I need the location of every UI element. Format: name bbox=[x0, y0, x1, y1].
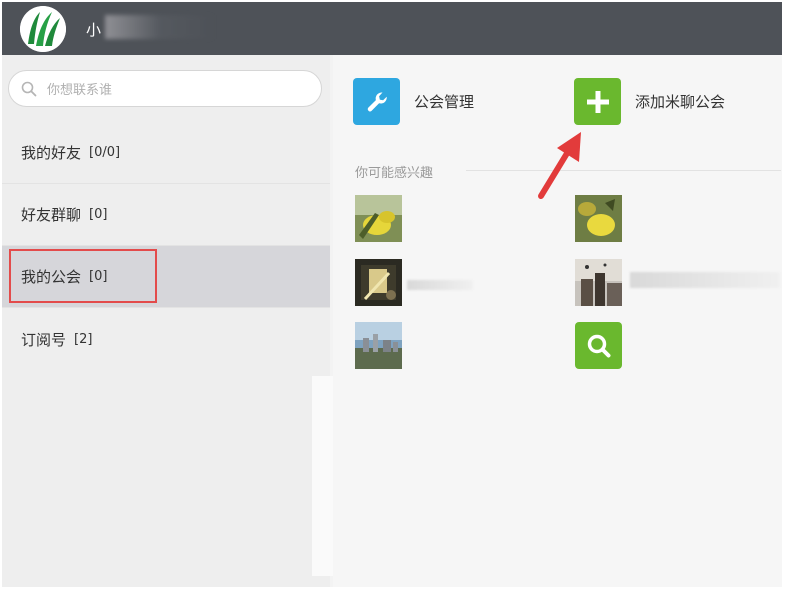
app-logo-icon[interactable] bbox=[20, 6, 66, 52]
nav-item-friends[interactable]: 我的好友 [0/0] bbox=[2, 122, 330, 184]
app-window: 小 我的好友 [0/0] 好友群聊 [0] 我的公会 [0] 订阅号 [2] bbox=[2, 2, 782, 587]
add-guild-label: 添加米聊公会 bbox=[635, 93, 726, 111]
nav-item-group-chats[interactable]: 好友群聊 [0] bbox=[2, 184, 330, 246]
nav-item-count: [2] bbox=[74, 331, 93, 347]
nav-item-label: 好友群聊 bbox=[21, 206, 82, 224]
search-icon bbox=[587, 334, 610, 357]
section-divider bbox=[466, 170, 781, 171]
guild-manage-label: 公会管理 bbox=[414, 93, 475, 111]
nav-item-count: [0] bbox=[89, 207, 108, 222]
nav-item-subscriptions[interactable]: 订阅号 [2] bbox=[2, 308, 330, 370]
left-panel: 我的好友 [0/0] 好友群聊 [0] 我的公会 [0] 订阅号 [2] bbox=[2, 55, 330, 587]
panel-divider-area bbox=[312, 376, 333, 576]
guild-avatar-1[interactable] bbox=[355, 195, 402, 242]
username: 小 bbox=[86, 21, 102, 39]
selection-highlight-box bbox=[9, 249, 157, 303]
nav-item-label: 我的好友 bbox=[21, 144, 82, 162]
wrench-icon bbox=[353, 78, 400, 125]
title-bar: 小 bbox=[2, 2, 782, 55]
guild-name-redacted bbox=[630, 272, 780, 288]
username-redacted bbox=[105, 15, 215, 39]
guild-name-redacted bbox=[407, 280, 473, 290]
nav-item-count: [0/0] bbox=[89, 145, 121, 160]
search-icon bbox=[21, 81, 37, 97]
guild-avatar-5[interactable] bbox=[355, 322, 402, 369]
guild-avatar-4[interactable] bbox=[575, 259, 622, 306]
recommend-section-title: 你可能感兴趣 bbox=[355, 166, 434, 181]
search-input[interactable] bbox=[45, 79, 309, 101]
search-guild-button[interactable] bbox=[575, 322, 622, 369]
add-guild-button[interactable]: 添加米聊公会 bbox=[574, 78, 725, 125]
pointer-arrow-icon bbox=[538, 132, 581, 199]
guild-avatar-3[interactable] bbox=[355, 259, 402, 306]
nav-item-label: 订阅号 bbox=[21, 330, 67, 349]
search-box[interactable] bbox=[8, 70, 322, 107]
plus-icon bbox=[574, 78, 621, 125]
guild-manage-button[interactable]: 公会管理 bbox=[353, 78, 474, 125]
guild-avatar-2[interactable] bbox=[575, 195, 622, 242]
